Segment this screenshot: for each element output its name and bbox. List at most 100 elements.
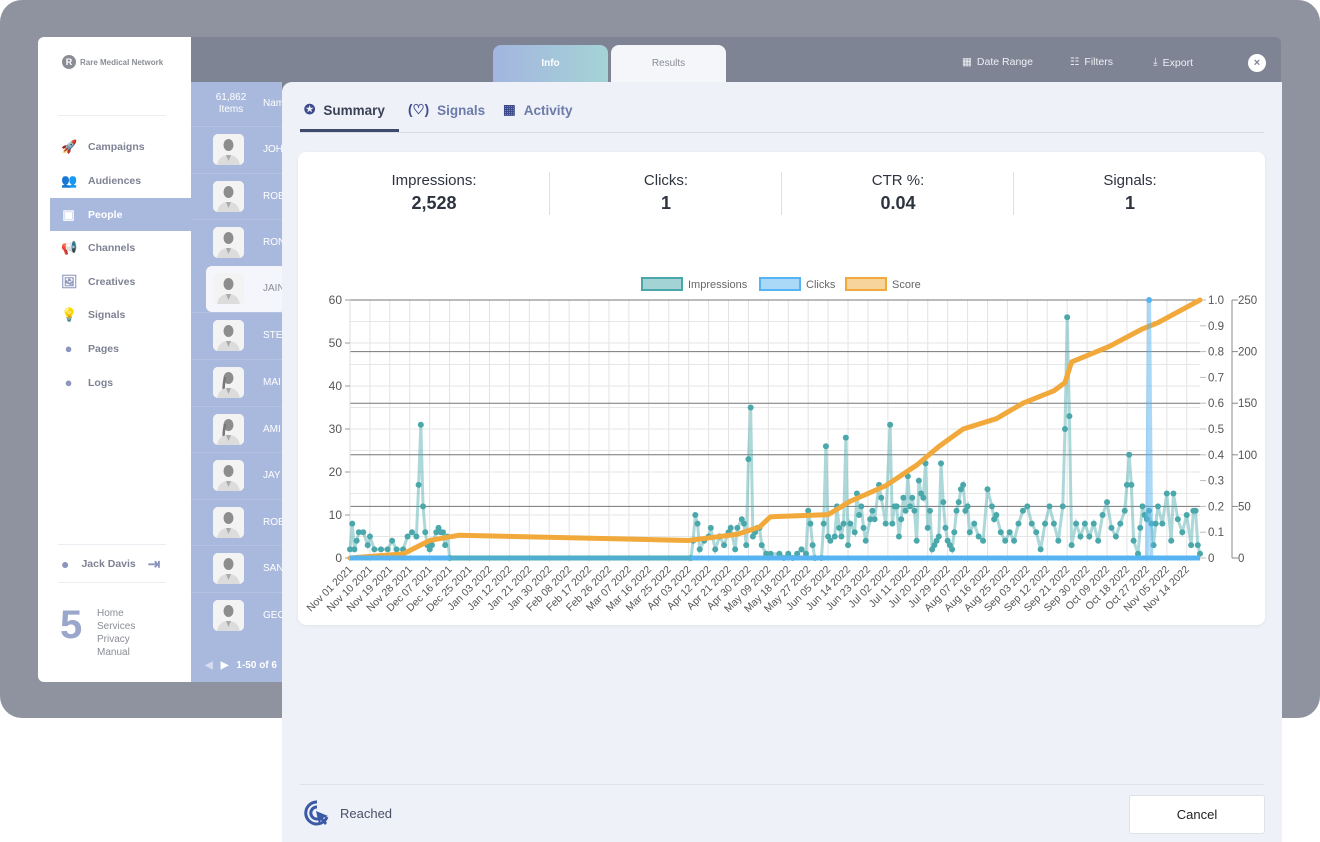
impressions-point: [1015, 520, 1022, 527]
sidebar-item-label: Pages: [88, 342, 119, 355]
impressions-point: [1006, 529, 1013, 536]
sidebar-item-channels[interactable]: 📢 Channels: [50, 231, 191, 264]
impressions-point: [1104, 499, 1111, 506]
sidebar-item-signals[interactable]: 💡 Signals: [50, 298, 191, 331]
sidebar-item-label: People: [88, 208, 123, 221]
impressions-point: [935, 533, 942, 540]
person-row[interactable]: SAN: [191, 545, 284, 591]
impressions-point: [413, 533, 420, 540]
footer-link-manual[interactable]: Manual: [97, 646, 135, 659]
impressions-point: [1066, 413, 1073, 420]
people-list: 61,862 Items Nam JOH ROB RON JAIN STE MAI AMI JA…: [191, 82, 286, 682]
sidebar-item-pages[interactable]: ● Pages: [50, 332, 191, 365]
person-name: JOH: [263, 144, 283, 155]
impressions-point: [353, 537, 360, 544]
avatar: [213, 272, 244, 304]
y-tick-label-impressions: 30: [329, 422, 343, 436]
impressions-point: [926, 507, 933, 514]
impressions-point: [692, 512, 699, 518]
impressions-point: [349, 520, 356, 527]
person-row[interactable]: JOH: [191, 126, 283, 172]
impressions-point: [860, 524, 867, 531]
prev-page-icon[interactable]: ◀: [205, 660, 213, 671]
export-button[interactable]: ⤓ Export: [1153, 56, 1193, 69]
person-row[interactable]: STE: [191, 312, 282, 358]
reached-label: Reached: [340, 805, 393, 821]
person-name: MAI: [263, 377, 281, 388]
sidebar-item-people[interactable]: ▣ People: [50, 198, 191, 231]
y-tick-label-score: 50: [1238, 501, 1251, 513]
person-row[interactable]: AMI: [191, 405, 282, 452]
column-header-name[interactable]: Nam: [263, 98, 284, 109]
person-row[interactable]: GEO: [191, 592, 285, 638]
tab-info[interactable]: Info: [493, 45, 608, 82]
impressions-point: [951, 529, 958, 536]
calendar-icon: ▦: [962, 56, 972, 68]
sidebar-item-label: Channels: [88, 241, 136, 254]
y-tick-label-score: 200: [1238, 347, 1257, 359]
person-row[interactable]: JAY: [191, 452, 282, 498]
person-row[interactable]: RON: [191, 219, 285, 265]
impressions-point: [1126, 451, 1133, 458]
impressions-point: [734, 524, 741, 531]
impressions-point: [798, 546, 805, 553]
legend-swatch-clicks: [759, 277, 801, 291]
footer-links: Home Services Privacy Manual: [97, 607, 135, 659]
filters-button[interactable]: ☷ Filters: [1070, 56, 1113, 68]
tab-activity[interactable]: ▦ Activity: [503, 102, 573, 118]
user-menu[interactable]: ● Jack Davis ⇥: [61, 555, 160, 573]
impressions-point: [712, 546, 719, 553]
sidebar-item-campaigns[interactable]: 🚀 Campaigns: [50, 130, 191, 163]
reached-status: Reached: [302, 798, 392, 828]
y-tick-label-impressions: 50: [329, 336, 343, 350]
impressions-point: [862, 537, 869, 544]
y-tick-label-clicks: 1.0: [1208, 295, 1224, 307]
tab-activity-label: Activity: [523, 102, 573, 118]
impressions-point: [938, 460, 945, 467]
impressions-point: [741, 520, 748, 527]
tab-summary[interactable]: ✪ Summary: [304, 102, 385, 118]
logout-icon[interactable]: ⇥: [148, 555, 161, 573]
date-range-button[interactable]: ▦ Date Range: [962, 56, 1033, 68]
impressions-point: [909, 494, 916, 501]
footer-link-privacy[interactable]: Privacy: [97, 633, 135, 646]
avatar: [213, 180, 244, 212]
impressions-point: [1152, 520, 1159, 527]
y-tick-label-clicks: 0.5: [1208, 424, 1224, 436]
avatar: [213, 367, 244, 398]
impressions-point: [988, 503, 995, 510]
impressions-point: [940, 499, 947, 506]
avatar: [213, 227, 244, 259]
sidebar-item-audiences[interactable]: 👥 Audiences: [50, 164, 191, 197]
y-tick-label-impressions: 0: [335, 551, 342, 565]
impressions-point: [1099, 512, 1106, 518]
close-button[interactable]: ×: [1248, 54, 1266, 72]
impressions-point: [1055, 537, 1062, 544]
person-row[interactable]: MAI: [191, 359, 282, 405]
next-page-icon[interactable]: ▶: [221, 660, 229, 671]
footer-link-services[interactable]: Services: [97, 620, 135, 633]
sidebar-item-creatives[interactable]: 🖼 Creatives: [50, 265, 191, 298]
impressions-point: [971, 520, 978, 527]
cancel-button[interactable]: Cancel: [1129, 795, 1265, 834]
impressions-point: [847, 520, 854, 527]
impressions-point: [807, 520, 814, 527]
image-icon: 🖼: [61, 273, 78, 289]
footer-link-home[interactable]: Home: [97, 607, 135, 620]
avatar: [213, 506, 244, 538]
person-row[interactable]: JAIN: [206, 265, 286, 312]
impressions-point: [858, 503, 865, 510]
impressions-point: [915, 477, 922, 484]
impressions-point: [721, 542, 728, 549]
impressions-point: [404, 533, 411, 540]
sidebar-item-logs[interactable]: ● Logs: [50, 366, 191, 399]
tab-results[interactable]: Results: [611, 45, 726, 82]
clicks-point: [1146, 297, 1153, 303]
tab-signals[interactable]: (♡) Signals: [408, 102, 485, 118]
person-row[interactable]: ROB: [191, 498, 285, 545]
y-tick-label-clicks: 0.3: [1208, 476, 1224, 488]
person-row[interactable]: ROB: [191, 172, 285, 219]
impressions-point: [900, 494, 907, 501]
impressions-point: [371, 546, 378, 553]
impressions-point: [1090, 520, 1097, 527]
